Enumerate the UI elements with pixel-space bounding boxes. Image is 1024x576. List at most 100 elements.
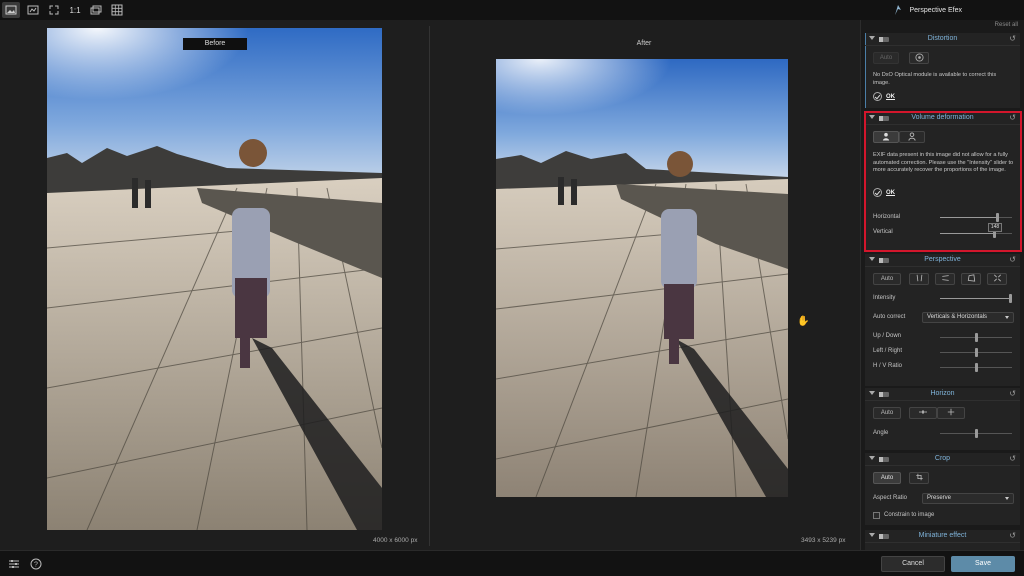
rectangle-icon [967, 274, 975, 282]
distortion-auto-button[interactable]: Auto [873, 52, 899, 64]
volume-ok[interactable]: OK [873, 188, 895, 197]
crop-panel: Crop ↺ Auto Aspect Ratio Preserve Constr… [865, 453, 1020, 525]
help-icon[interactable]: ? [30, 558, 42, 570]
horizontal-lines-icon [941, 275, 949, 281]
perspective-title: Perspective [924, 256, 961, 263]
lens-icon [914, 53, 924, 62]
person-icon [908, 132, 916, 141]
aspect-ratio-select[interactable]: Preserve [922, 493, 1014, 504]
sliders-icon[interactable] [8, 558, 20, 570]
horizon-line-button[interactable] [909, 407, 937, 419]
top-toolbar: 1:1 Perspective Efex [0, 0, 1024, 20]
compare-divider[interactable] [429, 26, 430, 546]
vertical-label: Vertical [873, 229, 893, 235]
constrain-label: Constrain to image [884, 512, 935, 518]
vertical-lines-button[interactable] [909, 273, 929, 285]
crop-manual-button[interactable] [909, 472, 929, 484]
perspective-auto-button[interactable]: Auto [873, 273, 901, 285]
one-to-one-button[interactable]: 1:1 [66, 2, 84, 18]
vertical-value-tooltip: 148 [988, 223, 1002, 232]
auto-correct-select[interactable]: Verticals & Horizontals [922, 312, 1014, 323]
person-auto-icon [882, 132, 890, 141]
layers-button[interactable] [87, 2, 105, 18]
grid-icon [111, 4, 123, 16]
miniature-title: Miniature effect [918, 532, 967, 539]
distortion-ok[interactable]: OK [873, 92, 895, 101]
image-icon [5, 5, 17, 15]
app-brand: Perspective Efex [893, 4, 962, 16]
intensity-slider[interactable] [940, 294, 1012, 303]
after-image[interactable] [496, 59, 788, 497]
crop-auto-button[interactable]: Auto [873, 472, 901, 484]
horizontal-slider[interactable] [940, 213, 1012, 222]
crop-header[interactable]: Crop ↺ [865, 453, 1020, 466]
crop-title: Crop [934, 455, 951, 462]
chevron-down-icon [1005, 316, 1009, 319]
horizontal-label: Horizontal [873, 214, 901, 220]
up-down-slider-knob[interactable] [975, 333, 978, 342]
auto-correct-value: Verticals & Horizontals [927, 314, 988, 320]
up-down-slider[interactable] [940, 333, 1012, 342]
hand-cursor-icon: ✋ [797, 316, 810, 327]
left-right-slider[interactable] [940, 348, 1012, 357]
reset-all-link[interactable]: Reset all [995, 22, 1018, 28]
miniature-header[interactable]: Miniature effect ↺ [865, 530, 1020, 543]
save-button[interactable]: Save [951, 556, 1015, 572]
compare-view-button[interactable] [24, 2, 42, 18]
left-right-label: Left / Right [873, 348, 903, 354]
horizon-header[interactable]: Horizon ↺ [865, 388, 1020, 401]
horizon-title: Horizon [930, 390, 955, 397]
fit-button[interactable] [45, 2, 63, 18]
horizon-line-icon [919, 410, 927, 414]
vertical-lines-icon [916, 274, 922, 282]
layers-icon [90, 5, 102, 15]
compare-icon [27, 5, 39, 15]
distortion-note: No DxO Optical module is available to co… [873, 72, 997, 86]
horizontal-slider-knob[interactable] [996, 213, 999, 222]
aspect-ratio-label: Aspect Ratio [873, 495, 908, 501]
crop-reset-icon[interactable]: ↺ [1009, 454, 1016, 463]
volume-auto-person-button[interactable] [873, 131, 899, 143]
horizon-point-button[interactable] [937, 407, 965, 419]
miniature-reset-icon[interactable]: ↺ [1009, 531, 1016, 540]
cancel-button[interactable]: Cancel [881, 556, 945, 572]
constrain-checkbox[interactable] [873, 512, 880, 519]
vertical-slider[interactable]: 148 [940, 223, 1012, 238]
distortion-lens-button[interactable] [909, 52, 929, 64]
distortion-header[interactable]: Distortion ↺ [865, 33, 1020, 46]
intensity-slider-fill [940, 298, 1012, 299]
horizon-auto-button[interactable]: Auto [873, 407, 901, 419]
before-dimensions: 4000 x 6000 px [373, 537, 418, 544]
efex-logo-icon [895, 5, 902, 15]
intensity-slider-knob[interactable] [1009, 294, 1012, 303]
correction-sidebar: Reset all Distortion ↺ Auto No DxO Optic… [860, 20, 1024, 550]
volume-note: EXIF data present in this image did not … [873, 152, 1014, 173]
after-label: After [636, 40, 652, 47]
distortion-title: Distortion [927, 35, 958, 42]
left-right-slider-knob[interactable] [975, 348, 978, 357]
grid-button[interactable] [108, 2, 126, 18]
angle-slider[interactable] [940, 429, 1012, 438]
perspective-header[interactable]: Perspective ↺ [865, 254, 1020, 267]
volume-reset-icon[interactable]: ↺ [1009, 113, 1016, 122]
auto-correct-label: Auto correct [873, 314, 906, 320]
distortion-reset-icon[interactable]: ↺ [1009, 34, 1016, 43]
horizon-reset-icon[interactable]: ↺ [1009, 389, 1016, 398]
eight-point-button[interactable] [987, 273, 1007, 285]
image-viewer: Before 4000 x 6000 px After 3493 x 5239 … [0, 20, 860, 550]
volume-header[interactable]: Volume deformation ↺ [865, 112, 1020, 125]
perspective-reset-icon[interactable]: ↺ [1009, 255, 1016, 264]
rectangle-button[interactable] [961, 273, 981, 285]
single-view-button[interactable] [2, 2, 20, 18]
angle-label: Angle [873, 430, 889, 436]
horizontal-lines-button[interactable] [935, 273, 955, 285]
hv-ratio-slider[interactable] [940, 363, 1012, 372]
crop-icon [915, 473, 923, 481]
vertical-slider-fill [940, 233, 993, 234]
intensity-label: Intensity [873, 295, 896, 301]
before-image[interactable] [47, 28, 382, 530]
aspect-ratio-value: Preserve [927, 495, 952, 501]
hv-ratio-slider-knob[interactable] [975, 363, 978, 372]
volume-manual-person-button[interactable] [899, 131, 925, 143]
angle-slider-knob[interactable] [975, 429, 978, 438]
